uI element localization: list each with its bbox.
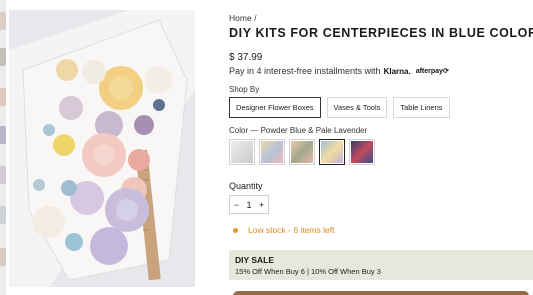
- sale-title: DIY SALE: [235, 255, 275, 265]
- quantity-label: Quantity: [229, 181, 263, 191]
- stock-dot-icon: [233, 227, 238, 233]
- swatch-peach-mix[interactable]: [289, 139, 315, 165]
- option-designer-flower-boxes[interactable]: Designer Flower Boxes: [229, 97, 321, 118]
- swatch-pastel-mix[interactable]: [259, 139, 285, 165]
- shop-by-label: Shop By: [229, 85, 260, 94]
- thumbnail[interactable]: [0, 88, 6, 106]
- add-to-cart-button[interactable]: [233, 291, 529, 295]
- quantity-stepper: − 1 +: [229, 195, 269, 214]
- stock-status: Low stock - 6 items left: [233, 225, 334, 235]
- color-swatches: [229, 139, 375, 165]
- installments-message: Pay in 4 interest-free installments with…: [229, 66, 449, 76]
- thumbnail[interactable]: [0, 206, 6, 224]
- quantity-decrease-button[interactable]: −: [230, 200, 243, 210]
- product-info: Home / DIY KITS FOR CENTERPIECES IN BLUE…: [229, 0, 533, 295]
- stock-text: Low stock - 6 items left: [248, 225, 335, 235]
- breadcrumb-home[interactable]: Home: [229, 13, 252, 23]
- product-title: DIY KITS FOR CENTERPIECES IN BLUE COLORS: [229, 26, 533, 40]
- swatch-white-gray[interactable]: [229, 139, 255, 165]
- klarna-logo[interactable]: Klarna.: [384, 67, 411, 76]
- thumbnail[interactable]: [0, 12, 6, 30]
- sale-text: 15% Off When Buy 6 | 10% Off When Buy 3: [235, 267, 381, 276]
- swatch-powder-blue-lavender[interactable]: [319, 139, 345, 165]
- breadcrumb-separator: /: [254, 13, 257, 23]
- installments-text: Pay in 4 interest-free installments with: [229, 66, 381, 76]
- color-label: Color — Powder Blue & Pale Lavender: [229, 126, 368, 135]
- thumbnail[interactable]: [0, 48, 6, 66]
- thumbnail-strip: [0, 0, 6, 295]
- swatch-navy-red[interactable]: [349, 139, 375, 165]
- thumbnail[interactable]: [0, 166, 6, 184]
- shop-by-options: Designer Flower Boxes Vases & Tools Tabl…: [229, 97, 450, 118]
- thumbnail[interactable]: [0, 248, 6, 266]
- quantity-increase-button[interactable]: +: [255, 200, 268, 210]
- thumbnail[interactable]: [0, 126, 6, 144]
- breadcrumb: Home /: [229, 13, 256, 23]
- product-image[interactable]: [9, 10, 195, 287]
- option-table-linens[interactable]: Table Linens: [393, 97, 450, 118]
- sale-banner: DIY SALE 15% Off When Buy 6 | 10% Off Wh…: [229, 250, 533, 280]
- option-vases-tools[interactable]: Vases & Tools: [326, 97, 388, 118]
- quantity-value[interactable]: 1: [243, 200, 255, 210]
- product-price: $ 37.99: [229, 52, 263, 63]
- afterpay-logo[interactable]: afterpay⟳: [416, 67, 449, 75]
